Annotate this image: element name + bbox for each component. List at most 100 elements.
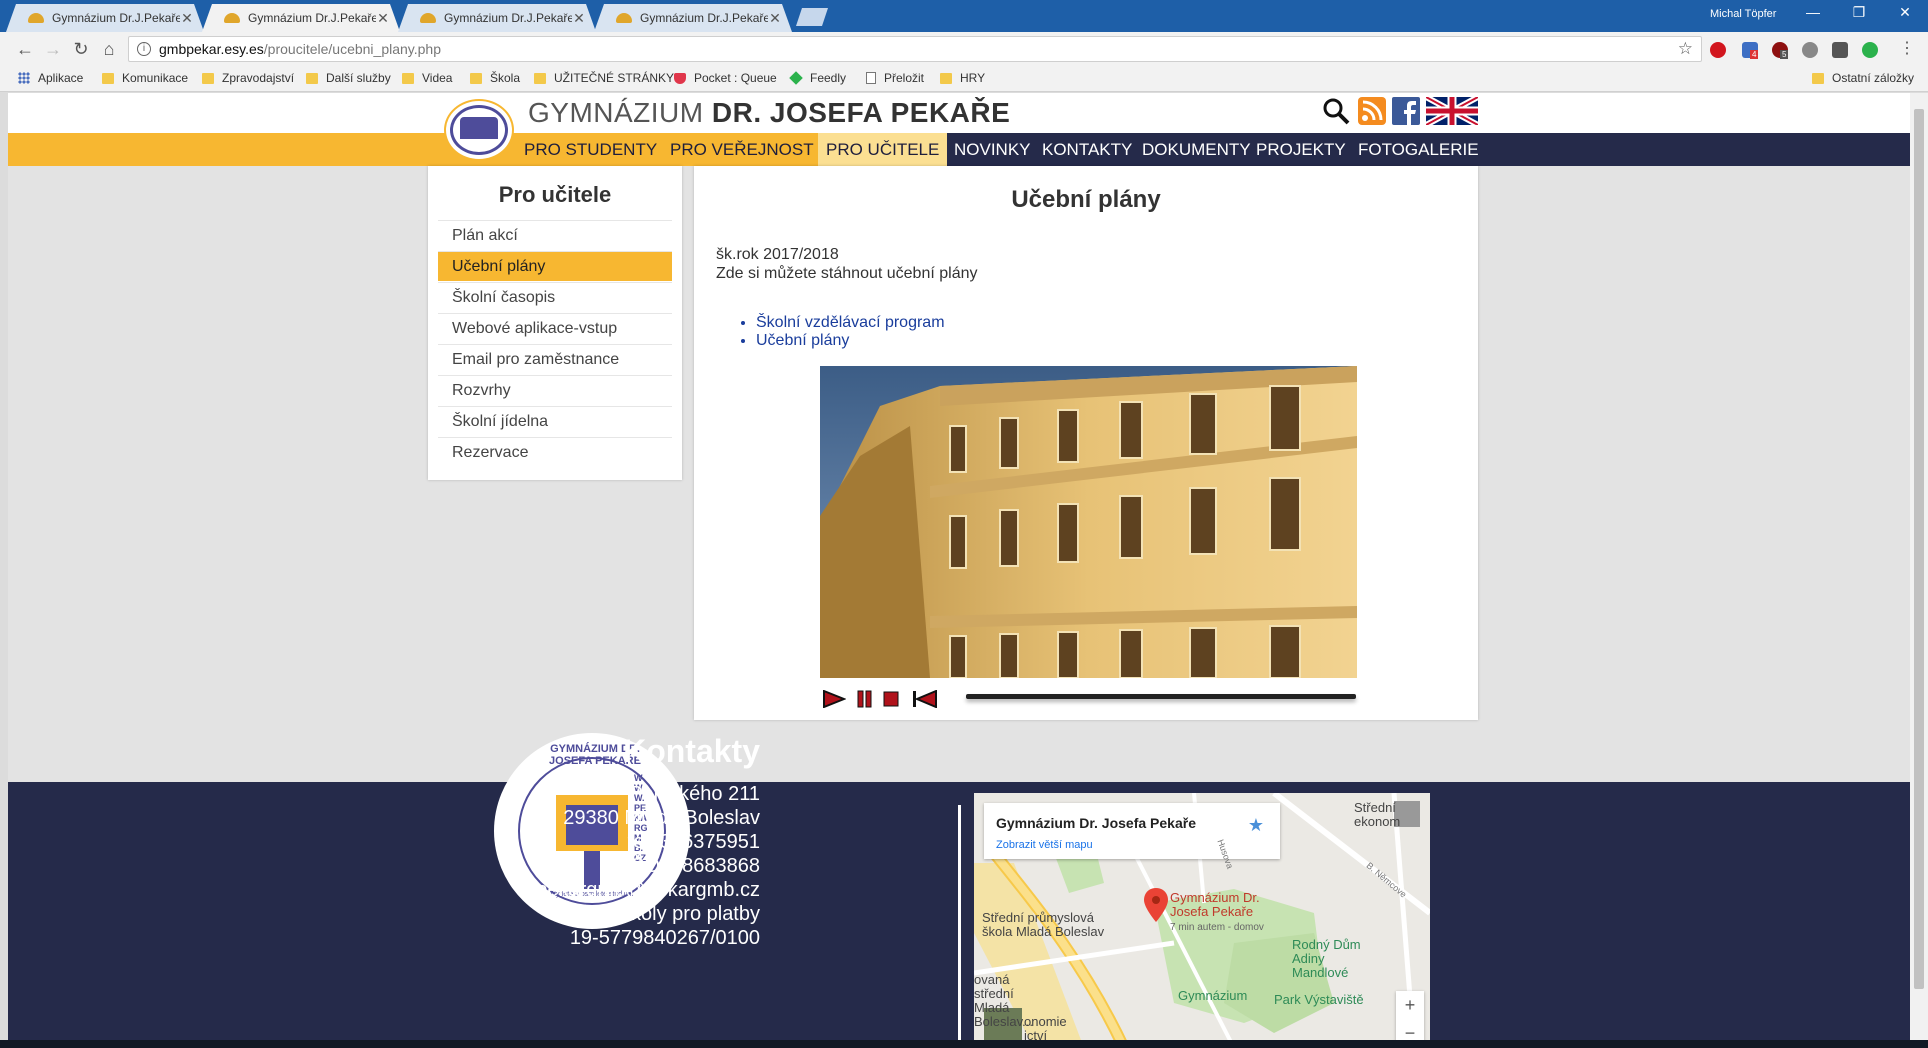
bookmark-star-icon[interactable]: ☆: [1678, 39, 1693, 59]
school-logo[interactable]: [444, 99, 514, 161]
bookmark-feedly[interactable]: Feedly: [789, 71, 846, 85]
bookmark-label: Ostatní záložky: [1832, 71, 1915, 85]
minimize-icon[interactable]: —: [1790, 4, 1836, 20]
browser-tab[interactable]: Gymnázium Dr.J.Pekaře ✕: [6, 4, 204, 32]
nav-pro-ucitele[interactable]: PRO UČITELE: [818, 133, 948, 166]
bookmark-folder[interactable]: Videa: [402, 71, 452, 85]
nav-dokumenty[interactable]: DOKUMENTY: [1134, 133, 1259, 166]
close-icon[interactable]: ✕: [768, 10, 782, 27]
browser-toolbar: ← → ↻ ⌂ i gmbpekar.esy.es/proucitele/uce…: [0, 32, 1928, 66]
close-window-icon[interactable]: ✕: [1882, 4, 1928, 21]
browser-tab[interactable]: Gymnázium Dr.J.Pekaře ✕: [398, 4, 596, 32]
sidebar-title: Pro učitele: [498, 182, 612, 207]
reload-icon[interactable]: ↻: [70, 38, 92, 60]
site-title[interactable]: GYMNÁZIUM DR. JOSEFA PEKAŘE: [528, 97, 1010, 129]
feedly-icon: [789, 71, 803, 85]
home-icon[interactable]: ⌂: [98, 38, 120, 60]
link-svp[interactable]: Školní vzdělávací program: [756, 314, 945, 331]
sidebar-item-webove-aplikace[interactable]: Webové aplikace-vstup: [438, 313, 672, 343]
ublock-icon[interactable]: 5: [1772, 42, 1789, 59]
sidebar-item-email[interactable]: Email pro zaměstnance: [438, 344, 672, 374]
bookmark-other[interactable]: Ostatní záložky: [1812, 71, 1914, 85]
menu-icon[interactable]: ⋮: [1896, 38, 1918, 60]
address-bar[interactable]: i gmbpekar.esy.es/proucitele/ucebni_plan…: [128, 36, 1702, 62]
nav-pro-verejnost[interactable]: PRO VEŘEJNOST: [662, 133, 822, 166]
bookmark-folder[interactable]: Komunikace: [102, 71, 188, 85]
map-pin-icon[interactable]: [1144, 888, 1168, 922]
restore-icon[interactable]: ❐: [1836, 4, 1882, 21]
browser-tab[interactable]: Gymnázium Dr.J.Pekaře ✕: [594, 4, 792, 32]
contacts-heading: Kontakty: [623, 733, 760, 769]
rewind-icon[interactable]: [912, 690, 938, 708]
site-title-light: GYMNÁZIUM: [528, 97, 704, 128]
map-label-pin-sub: 7 min autem - domov: [1170, 922, 1264, 933]
url-host: gmbpekar.esy.es: [159, 41, 264, 57]
bookmark-folder[interactable]: Další služby: [306, 71, 391, 85]
bookmark-apps[interactable]: Aplikace: [18, 71, 83, 85]
map-label-pin: Gymnázium Dr. Josefa Pekaře: [1170, 890, 1260, 919]
sidebar-item-rezervace[interactable]: Rezervace: [438, 437, 672, 467]
sidebar-item-rozvrhy[interactable]: Rozvrhy: [438, 375, 672, 405]
close-icon[interactable]: ✕: [572, 10, 586, 27]
site-favicon-icon: [224, 13, 240, 23]
stop-icon[interactable]: [882, 690, 900, 708]
search-icon[interactable]: [1322, 97, 1350, 125]
bookmark-label: UŽITEČNÉ STRÁNKY: [554, 71, 675, 85]
play-icon[interactable]: [822, 690, 846, 708]
close-icon[interactable]: ✕: [180, 10, 194, 27]
bookmark-folder[interactable]: HRY: [940, 71, 985, 85]
browser-tab-active[interactable]: Gymnázium Dr.J.Pekaře ✕: [202, 4, 400, 32]
save-star-icon[interactable]: ★: [1248, 815, 1264, 836]
bookmark-label: Přeložit: [884, 71, 925, 85]
sidebar-item-ucebni-plany[interactable]: Učební plány: [438, 251, 672, 281]
bookmark-folder[interactable]: UŽITEČNÉ STRÁNKY: [534, 71, 674, 85]
bookmark-folder[interactable]: Škola: [470, 71, 520, 85]
info-icon[interactable]: i: [137, 42, 151, 56]
nav-kontakty[interactable]: KONTAKTY: [1034, 133, 1140, 166]
site-favicon-icon: [616, 13, 632, 23]
sidebar-item-skolni-casopis[interactable]: Školní časopis: [438, 282, 672, 312]
facebook-icon[interactable]: [1392, 97, 1420, 125]
slideshow-progress-track[interactable]: [966, 694, 1356, 699]
sidebar-item-skolni-jidelna[interactable]: Školní jídelna: [438, 406, 672, 436]
pause-icon[interactable]: [856, 690, 874, 708]
contact-ico: IČO: 48683868: [624, 855, 760, 877]
sidebar-item-plan-akci[interactable]: Plán akcí: [438, 220, 672, 250]
bookmark-prelozit[interactable]: Přeložit: [866, 71, 924, 85]
nav-novinky[interactable]: NOVINKY: [946, 133, 1039, 166]
nav-fotogalerie[interactable]: FOTOGALERIE: [1350, 133, 1487, 166]
contact-email[interactable]: pekargmb@pekargmb.cz: [536, 878, 760, 902]
forward-icon[interactable]: →: [42, 38, 64, 60]
zoom-in-button[interactable]: +: [1396, 991, 1424, 1019]
extension-icon[interactable]: [1802, 42, 1818, 58]
adblock-icon[interactable]: [1710, 42, 1726, 58]
nav-pro-studenty[interactable]: PRO STUDENTY: [516, 133, 665, 166]
map-larger-link[interactable]: Zobrazit větší mapu: [996, 839, 1093, 851]
nav-projekty[interactable]: PROJEKTY: [1248, 133, 1354, 166]
map-place-card: Gymnázium Dr. Josefa Pekaře Zobrazit vět…: [984, 803, 1280, 859]
new-tab-button[interactable]: [796, 8, 828, 26]
page-scrollbar[interactable]: [1910, 93, 1928, 1048]
folder-icon: [1812, 72, 1824, 84]
close-icon[interactable]: ✕: [376, 10, 390, 27]
profile-name[interactable]: Michal Töpfer: [1710, 8, 1776, 20]
english-flag-icon[interactable]: [1426, 97, 1478, 125]
mail-checker-icon[interactable]: 4: [1742, 42, 1759, 59]
rss-icon[interactable]: [1358, 97, 1386, 125]
bookmark-pocket[interactable]: Pocket : Queue: [674, 71, 777, 85]
school-year: šk.rok 2017/2018: [716, 246, 839, 263]
folder-icon: [402, 72, 414, 84]
feedly-ext-icon[interactable]: [1862, 42, 1878, 58]
list-item: Učební plány: [756, 332, 945, 350]
pocket-ext-icon[interactable]: [1832, 42, 1848, 58]
link-ucebni-plany[interactable]: Učební plány: [756, 332, 849, 349]
google-map-embed[interactable]: Gymnázium Dr. Josefa Pekaře Zobrazit vět…: [974, 793, 1430, 1048]
back-icon[interactable]: ←: [14, 38, 36, 60]
bookmark-label: Další služby: [326, 71, 391, 85]
scrollbar-thumb[interactable]: [1914, 109, 1924, 989]
map-label-park: Park Výstaviště: [1274, 992, 1364, 1007]
bookmark-folder[interactable]: Zpravodajství: [202, 71, 294, 85]
page-viewport: GYMNÁZIUM DR. JOSEFA PEKAŘE PRO STUDENTY…: [8, 93, 1910, 1048]
page-icon: [866, 72, 876, 84]
folder-icon: [306, 72, 318, 84]
